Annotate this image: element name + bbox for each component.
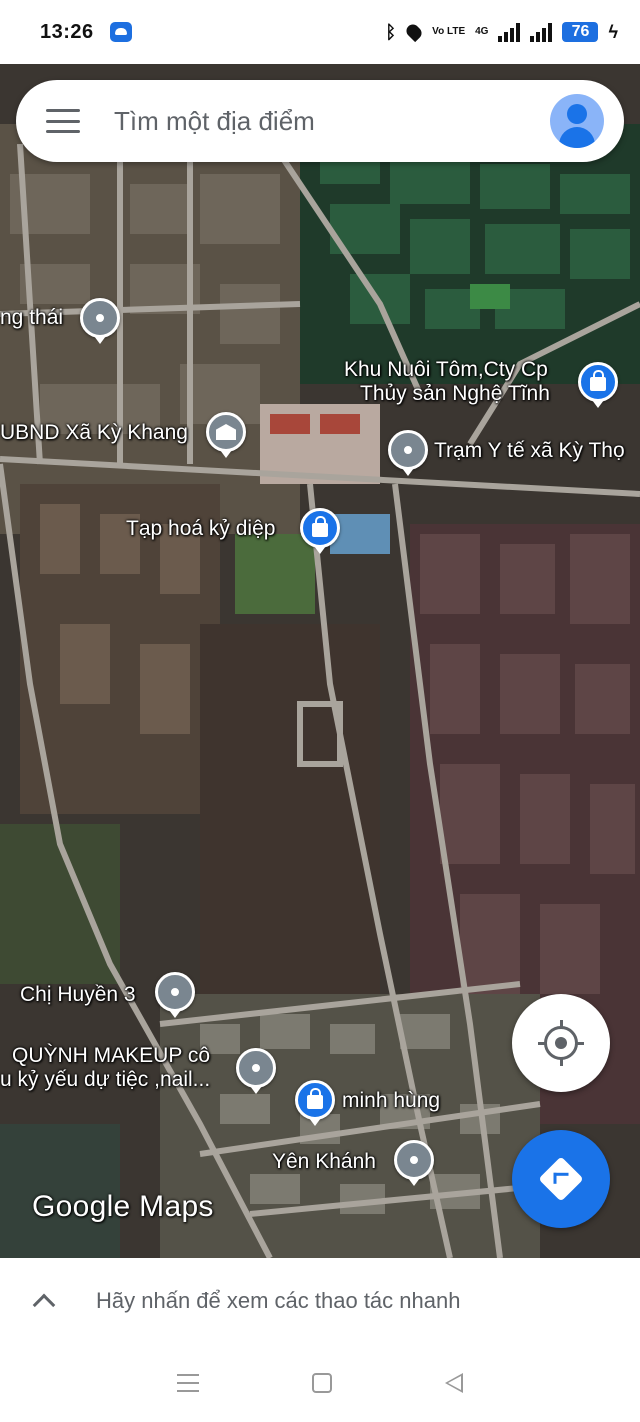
location-icon [403, 21, 425, 43]
place-label-yen-khanh[interactable]: Yên Khánh [272, 1150, 376, 1174]
search-bar[interactable]: Tìm một địa điểm [16, 80, 624, 162]
pin-dot-icon [407, 1153, 421, 1167]
directions-icon [538, 1156, 584, 1202]
notification-app-icon [109, 22, 132, 42]
place-label-khu-nuoi-tom-line2[interactable]: Thủy sản Nghệ Tĩnh [360, 382, 550, 406]
place-pin-icon[interactable] [155, 972, 195, 1012]
shop-pin-icon[interactable] [295, 1080, 335, 1120]
signal-icon-1 [498, 22, 521, 42]
place-label-ubnd[interactable]: UBND Xã Kỳ Khang [0, 421, 188, 445]
government-pin-icon[interactable] [206, 412, 246, 452]
shopping-bag-icon [312, 516, 328, 537]
place-pin-icon[interactable] [394, 1140, 434, 1180]
battery-icon: 76 [562, 22, 599, 42]
place-label-ng-thai[interactable]: ng thái [0, 306, 63, 330]
status-time: 13:26 [40, 20, 94, 43]
pin-dot-icon [249, 1061, 263, 1075]
place-pin-icon[interactable] [236, 1048, 276, 1088]
pin-dot-icon [93, 311, 107, 325]
shop-pin-icon[interactable] [300, 508, 340, 548]
place-label-quynh-makeup[interactable]: QUỲNH MAKEUP cô [12, 1044, 210, 1068]
status-bar: 13:26 ᛒ Vo LTE 4G 76 ϟ [0, 0, 640, 64]
bluetooth-icon: ᛒ [385, 21, 397, 42]
place-label-minh-hung[interactable]: minh hùng [342, 1089, 440, 1113]
crosshair-icon [538, 1020, 584, 1066]
place-pin-icon[interactable] [388, 430, 428, 470]
volte-icon: Vo LTE [432, 26, 466, 37]
menu-icon[interactable] [46, 109, 80, 133]
my-location-button[interactable] [512, 994, 610, 1092]
search-input[interactable]: Tìm một địa điểm [114, 106, 315, 137]
charging-icon: ϟ [608, 21, 618, 42]
shopping-bag-icon [307, 1088, 323, 1109]
place-label-tap-hoa[interactable]: Tạp hoá kỷ diệp [126, 517, 275, 541]
place-label-tram-y-te[interactable]: Trạm Y tế xã Kỳ Thọ [434, 439, 625, 463]
account-avatar[interactable] [550, 94, 604, 148]
network-gen-icon: 4G [475, 26, 489, 37]
google-maps-logo: Google Maps [32, 1190, 214, 1223]
home-icon[interactable] [311, 1373, 332, 1393]
shop-pin-icon[interactable] [578, 362, 618, 402]
place-label-quynh-makeup-line2[interactable]: u kỷ yếu dự tiệc ,nail... [0, 1068, 210, 1092]
quick-actions-sheet[interactable]: Hãy nhấn để xem các thao tác nhanh [0, 1258, 640, 1344]
pin-dot-icon [168, 985, 182, 999]
recent-apps-icon[interactable] [176, 1374, 199, 1392]
directions-button[interactable] [512, 1130, 610, 1228]
back-icon[interactable] [445, 1373, 464, 1393]
quick-actions-hint[interactable]: Hãy nhấn để xem các thao tác nhanh [96, 1288, 460, 1314]
place-label-khu-nuoi-tom[interactable]: Khu Nuôi Tôm,Cty Cp [344, 358, 548, 382]
signal-icon-2 [530, 22, 553, 42]
system-nav-bar [0, 1344, 640, 1422]
place-label-chi-huyen[interactable]: Chị Huyền 3 [20, 983, 136, 1007]
place-pin-icon[interactable] [80, 298, 120, 338]
status-icons: ᛒ Vo LTE 4G 76 ϟ [385, 22, 618, 43]
government-building-icon [216, 424, 236, 440]
chevron-up-icon[interactable] [32, 1293, 56, 1317]
shopping-bag-icon [590, 370, 606, 391]
battery-level: 76 [562, 22, 599, 42]
pin-dot-icon [401, 443, 415, 457]
